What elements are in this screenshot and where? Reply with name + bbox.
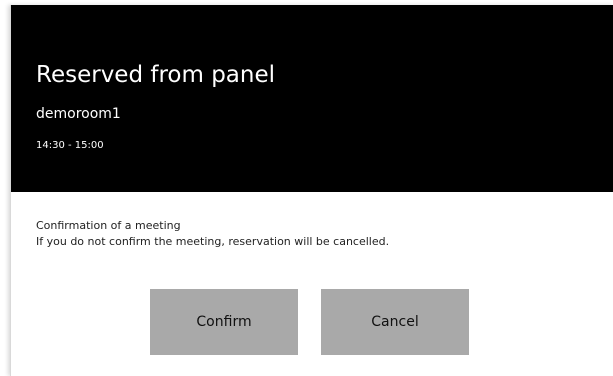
cancel-button[interactable]: Cancel (321, 289, 469, 355)
time-range: 14:30 - 15:00 (36, 140, 104, 151)
dialog-body: Confirmation of a meeting If you do not … (11, 192, 613, 376)
confirmation-message: If you do not confirm the meeting, reser… (36, 235, 390, 248)
reservation-dialog: Reserved from panel demoroom1 14:30 - 15… (10, 5, 613, 376)
room-name: demoroom1 (36, 106, 121, 122)
confirm-button[interactable]: Confirm (150, 289, 298, 355)
confirmation-heading: Confirmation of a meeting (36, 219, 181, 232)
dialog-header: Reserved from panel demoroom1 14:30 - 15… (11, 5, 613, 192)
reservation-title: Reserved from panel (36, 62, 276, 88)
